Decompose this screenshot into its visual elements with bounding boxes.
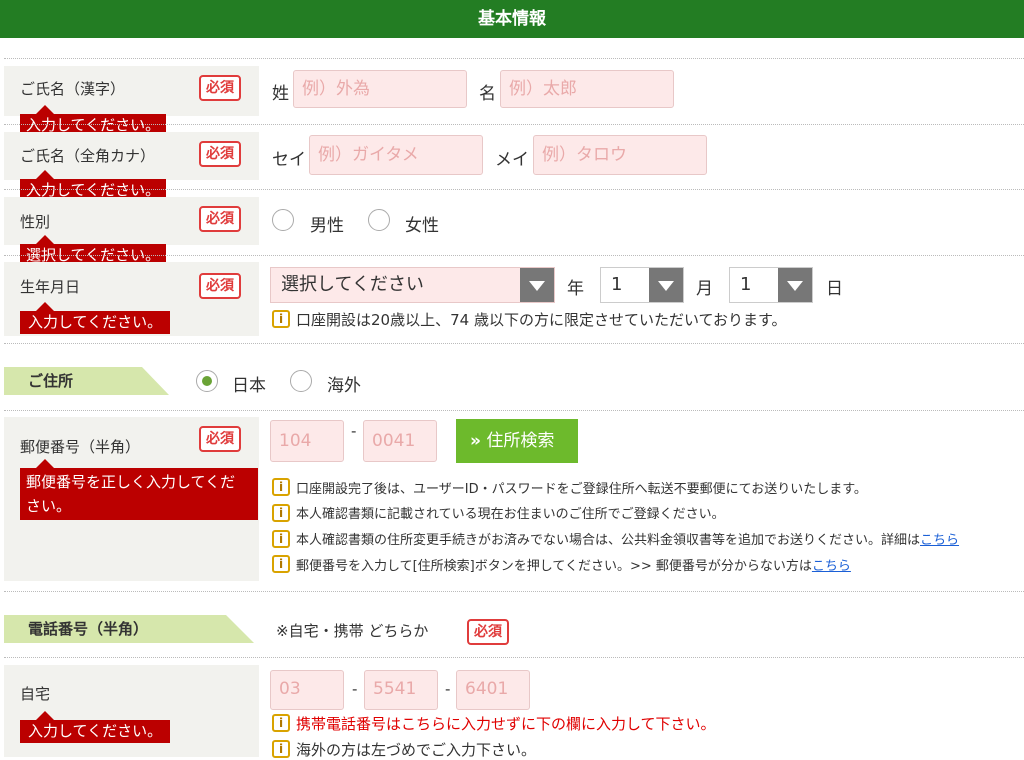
gender-male-label[interactable]: 男性 <box>310 211 344 236</box>
first-name-prefix: 名 <box>479 84 496 104</box>
postal-note-2: 本人確認書類に記載されている現在お住まいのご住所でご登録ください。 <box>296 507 725 522</box>
home-phone-area-input[interactable]: 03 <box>270 670 344 710</box>
address-search-label: 住所検索 <box>486 431 555 451</box>
gender-label: 性別 <box>20 213 51 231</box>
postal-error-message: 郵便番号を正しく入力してくだ さい。 <box>20 459 258 520</box>
birth-month-value: 1 <box>611 274 623 295</box>
info-icon: i <box>272 530 290 548</box>
address-japan-label[interactable]: 日本 <box>232 371 266 396</box>
address-section-text: ご住所 <box>28 372 74 390</box>
error-message: 入力してください。 <box>20 302 171 334</box>
phone-separator: - <box>352 680 358 698</box>
name-kanji-label: ご氏名（漢字） <box>20 80 126 98</box>
section-header: 基本情報 <box>0 0 1024 38</box>
required-badge: 必須 <box>199 273 241 299</box>
postal-note-3: 本人確認書類の住所変更手続きがお済みでない場合は、公共料金領収書等を追加でお送り… <box>296 529 959 548</box>
address-search-button[interactable]: » 住所検索 <box>456 419 578 463</box>
first-name-kana-prefix: メイ <box>495 150 529 170</box>
divider <box>4 591 1024 592</box>
postal-note-4-text: 郵便番号を入力して[住所検索]ボタンを押してください。>> 郵便番号が分からない… <box>296 559 812 574</box>
birth-year-select[interactable]: 選択してください <box>270 267 555 303</box>
postal-error-line2: さい。 <box>26 497 72 515</box>
postal-note-4: 郵便番号を入力して[住所検索]ボタンを押してください。>> 郵便番号が分からない… <box>296 555 851 574</box>
divider <box>4 255 1024 256</box>
birthdate-note: 口座開設は20歳以上、74 歳以下の方に限定させていただいております。 <box>296 311 787 329</box>
required-badge: 必須 <box>199 426 241 452</box>
postal-code-first-input[interactable]: 104 <box>270 420 344 462</box>
info-icon: i <box>272 714 290 732</box>
postal-note-3-text: 本人確認書類の住所変更手続きがお済みでない場合は、公共料金領収書等を追加でお送り… <box>296 533 921 548</box>
gender-male-radio[interactable] <box>272 209 294 231</box>
divider <box>4 410 1024 411</box>
first-name-kanji-input[interactable]: 例）太郎 <box>500 70 674 108</box>
address-overseas-radio[interactable] <box>290 370 312 392</box>
chevron-down-icon <box>520 268 554 302</box>
phone-section-label: 電話番号（半角） <box>4 615 254 643</box>
chevron-down-icon <box>778 268 812 302</box>
last-name-kana-prefix: セイ <box>272 150 306 170</box>
postal-separator: - <box>351 422 357 440</box>
required-badge: 必須 <box>199 75 241 101</box>
error-message: 入力してください。 <box>20 711 171 743</box>
info-icon: i <box>272 740 290 758</box>
home-phone-label: 自宅 <box>20 685 51 703</box>
chevron-down-icon <box>649 268 683 302</box>
info-icon: i <box>272 555 290 573</box>
phone-separator: - <box>445 680 451 698</box>
required-badge: 必須 <box>199 141 241 167</box>
home-phone-last-input[interactable]: 6401 <box>456 670 530 710</box>
postal-note-1: 口座開設完了後は、ユーザーID・パスワードをご登録住所へ転送不要郵便にてお送りい… <box>296 482 867 497</box>
divider <box>4 657 1024 658</box>
address-overseas-label[interactable]: 海外 <box>327 371 361 396</box>
month-unit: 月 <box>696 279 713 299</box>
required-badge: 必須 <box>199 206 241 232</box>
divider <box>4 58 1024 59</box>
home-phone-middle-input[interactable]: 5541 <box>364 670 438 710</box>
home-phone-warning: 携帯電話番号はこちらに入力せずに下の欄に入力して下さい。 <box>296 715 716 733</box>
gender-female-radio[interactable] <box>368 209 390 231</box>
last-name-kanji-input[interactable]: 例）外為 <box>293 70 467 108</box>
info-icon: i <box>272 478 290 496</box>
details-link[interactable]: こちら <box>920 533 959 548</box>
divider <box>4 189 1024 190</box>
gender-female-label[interactable]: 女性 <box>405 211 439 236</box>
address-japan-radio[interactable] <box>196 370 218 392</box>
day-unit: 日 <box>826 279 843 299</box>
last-name-kana-input[interactable]: 例）ガイタメ <box>309 135 483 175</box>
postal-error-line1: 郵便番号を正しく入力してくだ <box>26 473 236 491</box>
postal-label: 郵便番号（半角） <box>20 438 141 456</box>
phone-note: ※自宅・携帯 どちらか <box>276 622 429 640</box>
required-badge: 必須 <box>467 619 509 645</box>
birthdate-label: 生年月日 <box>20 278 81 296</box>
phone-section-text: 電話番号（半角） <box>28 620 149 638</box>
address-section-label: ご住所 <box>4 367 169 395</box>
birth-month-select[interactable]: 1 <box>600 267 684 303</box>
double-chevron-right-icon: » <box>470 431 481 451</box>
last-name-prefix: 姓 <box>272 84 289 104</box>
info-icon: i <box>272 504 290 522</box>
birth-day-select[interactable]: 1 <box>729 267 813 303</box>
postal-lookup-link[interactable]: こちら <box>812 559 851 574</box>
first-name-kana-input[interactable]: 例）タロウ <box>533 135 707 175</box>
birth-year-value: 選択してください <box>281 274 424 295</box>
year-unit: 年 <box>567 279 584 299</box>
divider <box>4 343 1024 344</box>
postal-code-second-input[interactable]: 0041 <box>363 420 437 462</box>
birth-day-value: 1 <box>740 274 752 295</box>
info-icon: i <box>272 310 290 328</box>
name-kana-label: ご氏名（全角カナ） <box>20 147 156 165</box>
divider <box>4 124 1024 125</box>
